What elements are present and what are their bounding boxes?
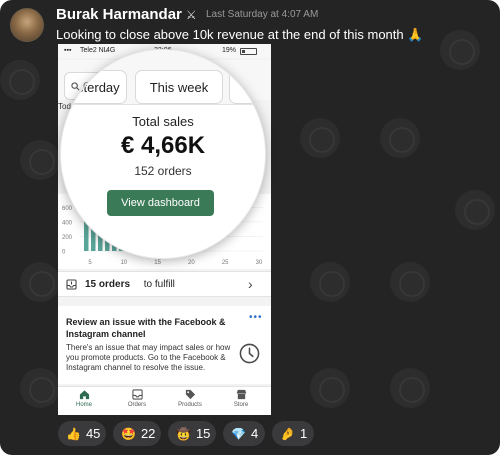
nav-orders-label: Orders xyxy=(127,402,147,408)
watermark-logo xyxy=(20,368,60,408)
chart-x-tick-label: 5 xyxy=(88,260,92,266)
orders-to-fulfill-row[interactable]: 15 orders to fulfill › xyxy=(58,271,271,297)
chart-x-tick-label: 25 xyxy=(222,260,229,266)
chart-y-tick-label: 400 xyxy=(62,220,73,226)
tab-yesterday[interactable]: Yesterday xyxy=(61,70,127,104)
chart-x-tick-label: 15 xyxy=(154,260,161,266)
author-name: Burak Harmandar xyxy=(56,6,182,23)
pinched-fingers-icon: 🤌 xyxy=(280,426,295,441)
reaction-count: 4 xyxy=(250,426,259,441)
issue-body: There's an issue that may impact sales o… xyxy=(66,343,231,372)
chart-y-tick-label: 600 xyxy=(62,206,73,212)
view-dashboard-button[interactable]: View dashboard xyxy=(107,190,214,216)
reaction-pinched-fingers[interactable]: 🤌 1 xyxy=(272,421,314,446)
orders-count: 152 orders xyxy=(134,164,192,178)
orders-icon xyxy=(131,389,143,400)
nav-home-label: Home xyxy=(75,402,92,408)
watermark-logo xyxy=(300,118,340,158)
more-options-icon[interactable]: ••• xyxy=(249,312,263,323)
total-sales-value: € 4,66K xyxy=(120,132,206,159)
gem-icon: 💎 xyxy=(231,426,246,441)
nav-products-label: Products xyxy=(178,402,202,408)
total-sales-label: Total sales xyxy=(132,114,194,129)
clock-icon xyxy=(239,343,260,364)
swords-badge-icon: ⚔ xyxy=(185,8,197,22)
tab-this-week[interactable]: This week xyxy=(135,70,223,104)
store-icon xyxy=(236,389,246,400)
tab-this-week-label: This week xyxy=(149,79,209,95)
thumbs-up-icon: 👍 xyxy=(66,426,81,441)
bottom-nav: Home Orders Products Store xyxy=(58,386,271,415)
nav-store-label: Store xyxy=(233,402,249,408)
issue-title: Review an issue with the Facebook & Inst… xyxy=(66,317,226,339)
tag-icon xyxy=(185,389,195,400)
watermark-logo xyxy=(20,140,60,180)
chart-x-tick-label: 20 xyxy=(188,260,195,266)
magnified-sales-summary: Yesterday This week Total sales € 4,66K … xyxy=(61,50,265,258)
reaction-cowboy[interactable]: 🤠 15 xyxy=(168,421,216,446)
home-icon xyxy=(79,390,89,400)
reaction-count: 15 xyxy=(195,426,211,441)
watermark-logo xyxy=(0,60,40,100)
nav-products[interactable]: Products xyxy=(170,389,210,408)
reaction-gem[interactable]: 💎 4 xyxy=(223,421,265,446)
message-text: Looking to close above 10k revenue at th… xyxy=(56,27,424,42)
reaction-count: 1 xyxy=(299,426,308,441)
tab-next[interactable] xyxy=(229,70,265,104)
issue-card[interactable]: Review an issue with the Facebook & Inst… xyxy=(58,306,271,384)
watermark-logo xyxy=(390,368,430,408)
reaction-star-struck[interactable]: 🤩 22 xyxy=(113,421,161,446)
watermark-logo xyxy=(20,262,60,302)
message-timestamp: Last Saturday at 4:07 AM xyxy=(206,9,319,20)
watermark-logo xyxy=(310,368,350,408)
chart-x-tick-label: 30 xyxy=(256,260,263,266)
fulfill-suffix: to fulfill xyxy=(141,279,175,290)
tab-yesterday-label: Yesterday xyxy=(62,79,120,95)
cowboy-icon: 🤠 xyxy=(176,426,191,441)
reaction-count: 45 xyxy=(85,426,101,441)
fulfill-count: 15 orders xyxy=(85,279,131,290)
watermark-logo xyxy=(390,262,430,302)
chevron-right-icon: › xyxy=(248,276,253,292)
nav-home[interactable]: Home xyxy=(64,389,104,408)
watermark-logo xyxy=(310,262,350,302)
chart-x-tick-label: 10 xyxy=(120,260,127,266)
reaction-count: 22 xyxy=(140,426,156,441)
star-struck-icon: 🤩 xyxy=(121,426,136,441)
inbox-icon xyxy=(66,279,77,290)
message-author[interactable]: Burak Harmandar ⚔ xyxy=(56,6,197,23)
watermark-logo xyxy=(440,30,480,70)
chat-window: Burak Harmandar ⚔ Last Saturday at 4:07 A… xyxy=(0,0,500,455)
magnified-tab-bar: Yesterday This week xyxy=(61,50,265,105)
chart-y-tick-label: 0 xyxy=(62,250,66,256)
avatar[interactable] xyxy=(10,8,44,42)
nav-store[interactable]: Store xyxy=(221,389,261,408)
watermark-logo xyxy=(380,118,420,158)
watermark-logo xyxy=(455,190,495,230)
nav-orders[interactable]: Orders xyxy=(117,389,157,408)
reaction-thumbs-up[interactable]: 👍 45 xyxy=(58,421,106,446)
chart-y-tick-label: 200 xyxy=(62,235,73,241)
